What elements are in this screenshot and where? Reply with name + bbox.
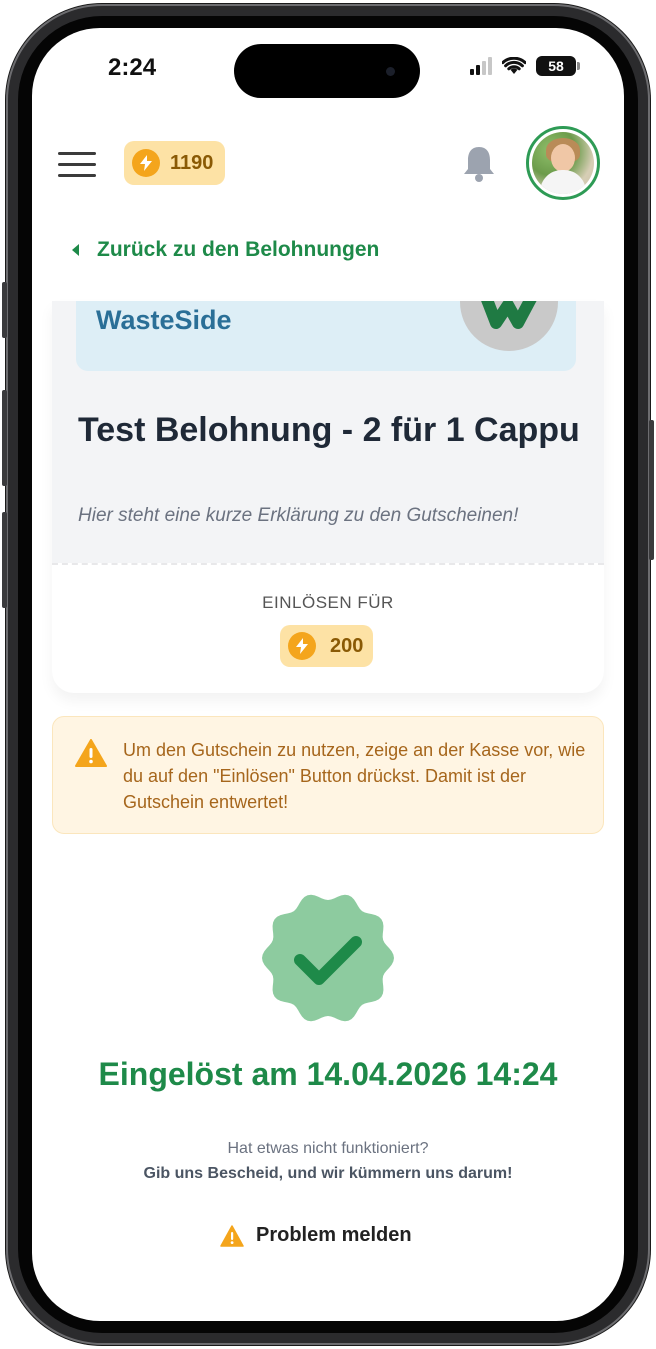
side-button-volume-down — [2, 512, 7, 608]
reward-description: Hier steht eine kurze Erklärung zu den G… — [78, 505, 519, 526]
brand-name: WasteSide — [96, 305, 232, 335]
lightning-coin-icon — [288, 632, 316, 660]
coin-balance-value: 1190 — [170, 151, 214, 174]
side-button-volume-up — [2, 390, 7, 486]
screen: 2:24 58 1190 Zurück zu den Belohnungen W… — [32, 28, 624, 1321]
warning-text: Um den Gutschein zu nutzen, zeige an der… — [123, 740, 586, 812]
camera-icon — [386, 67, 395, 76]
redeem-cost-section: EINLÖSEN FÜR 200 — [52, 563, 604, 693]
back-link-label: Zurück zu den Belohnungen — [97, 238, 380, 261]
reward-card: WasteSide Test Belohnung - 2 für 1 Cappu… — [52, 301, 604, 693]
user-avatar[interactable] — [526, 126, 600, 200]
side-button-mute — [2, 282, 7, 338]
battery-icon: 58 — [536, 56, 580, 76]
warning-icon — [220, 1224, 244, 1247]
hamburger-menu-button[interactable] — [58, 152, 96, 178]
wifi-icon — [502, 57, 526, 74]
side-button-power — [649, 420, 654, 560]
redeem-warning-notice: Um den Gutschein zu nutzen, zeige an der… — [52, 716, 604, 834]
help-subtext: Gib uns Bescheid, und wir kümmern uns da… — [143, 1165, 513, 1182]
brand-banner: WasteSide — [76, 301, 576, 371]
lightning-coin-icon — [132, 149, 160, 177]
chevron-left-icon — [72, 244, 79, 256]
warning-icon — [75, 739, 107, 767]
signal-icon — [470, 57, 492, 75]
redeem-for-label: EINLÖSEN FÜR — [262, 593, 394, 612]
reward-title: Test Belohnung - 2 für 1 Cappu — [78, 411, 580, 449]
status-icons: 58 — [470, 56, 580, 76]
brand-logo — [460, 301, 558, 351]
report-problem-label: Problem melden — [256, 1224, 412, 1246]
status-time: 2:24 — [108, 54, 157, 81]
cost-pill: 200 — [280, 625, 374, 667]
cost-value: 200 — [330, 634, 364, 657]
checkmark-badge-icon — [262, 894, 394, 1022]
dynamic-island — [234, 44, 420, 98]
bell-icon[interactable] — [460, 144, 498, 184]
report-problem-button[interactable]: Problem melden — [220, 1224, 412, 1247]
coin-balance-pill[interactable]: 1190 — [124, 141, 226, 185]
back-to-rewards-link[interactable]: Zurück zu den Belohnungen — [72, 238, 379, 262]
redeemed-timestamp: Eingelöst am 14.04.2026 14:24 — [98, 1056, 558, 1092]
help-question: Hat etwas nicht funktioniert? — [227, 1140, 429, 1157]
